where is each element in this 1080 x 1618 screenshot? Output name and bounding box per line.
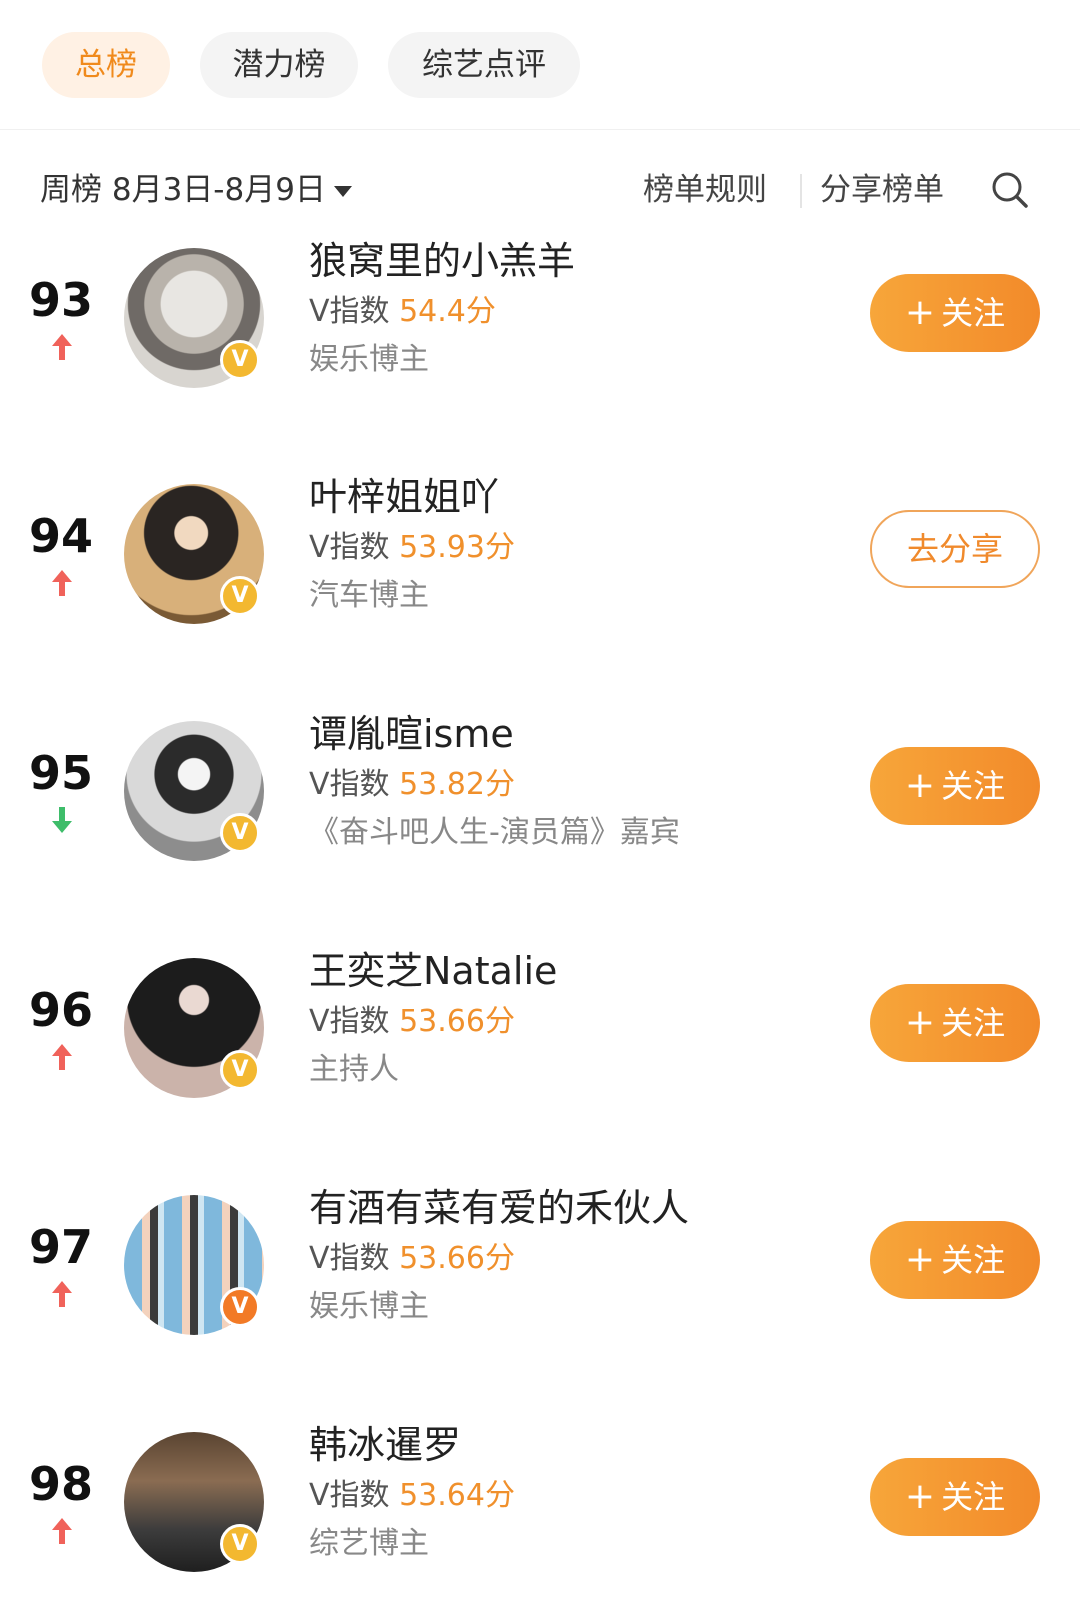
user-name[interactable]: 狼窝里的小羔羊	[309, 234, 575, 288]
period-selector[interactable]: 周榜 8月3日-8月9日	[40, 168, 352, 212]
caret-down-icon	[333, 186, 352, 197]
rank-number: 93	[28, 273, 93, 327]
v-index-label: V指数	[309, 1241, 390, 1276]
ranking-tabs: 总榜 潜力榜 综艺点评	[0, 0, 1080, 130]
arrow-down-icon	[52, 807, 72, 833]
user-tag: 主持人	[309, 1052, 399, 1087]
v-index: V指数 53.66分	[309, 1000, 515, 1044]
ranking-row[interactable]: 96 V 王奕芝Natalie V指数 53.66分 主持人 + 关注	[0, 944, 1080, 1144]
v-index-label: V指数	[309, 767, 390, 802]
user-tag: 综艺博主	[309, 1526, 429, 1561]
v-index-label: V指数	[309, 530, 390, 565]
rules-link[interactable]: 榜单规则	[643, 168, 767, 212]
user-name[interactable]: 王奕芝Natalie	[309, 944, 557, 998]
follow-button[interactable]: + 关注	[870, 747, 1040, 825]
user-name[interactable]: 叶梓姐姐吖	[309, 470, 499, 524]
verified-badge-icon: V	[220, 1287, 260, 1327]
rank-number: 95	[28, 746, 93, 800]
follow-button-label: 关注	[941, 1241, 1006, 1279]
plus-icon: +	[904, 292, 936, 333]
arrow-up-icon	[52, 1281, 72, 1307]
ranking-row[interactable]: 97 V 有酒有菜有爱的禾伙人 V指数 53.66分 娱乐博主 + 关注	[0, 1181, 1080, 1381]
v-index-score: 53.66分	[399, 1241, 515, 1276]
v-index-label: V指数	[309, 294, 390, 329]
plus-icon: +	[904, 765, 936, 806]
share-button-label: 去分享	[906, 530, 1003, 568]
tab-variety-review[interactable]: 综艺点评	[388, 32, 580, 98]
bottom-fade	[0, 1570, 1080, 1618]
user-tag: 汽车博主	[309, 578, 429, 613]
rank-number: 94	[28, 509, 93, 563]
arrow-up-icon	[52, 334, 72, 360]
tab-potential[interactable]: 潜力榜	[200, 32, 358, 98]
follow-button-label: 关注	[941, 767, 1006, 805]
user-tag: 《奋斗吧人生-演员篇》嘉宾	[309, 815, 680, 850]
v-index: V指数 53.93分	[309, 526, 515, 570]
search-icon[interactable]	[990, 170, 1030, 210]
v-index-label: V指数	[309, 1004, 390, 1039]
verified-badge-icon: V	[220, 1524, 260, 1564]
v-index-score: 53.64分	[399, 1478, 515, 1513]
v-index: V指数 53.64分	[309, 1474, 515, 1518]
follow-button[interactable]: + 关注	[870, 274, 1040, 352]
v-index-score: 53.93分	[399, 530, 515, 565]
divider	[800, 174, 802, 208]
v-index: V指数 53.66分	[309, 1237, 515, 1281]
user-tag: 娱乐博主	[309, 1289, 429, 1324]
user-name[interactable]: 谭胤暄isme	[309, 707, 514, 761]
period-label: 周榜 8月3日-8月9日	[40, 172, 326, 208]
verified-badge-icon: V	[220, 813, 260, 853]
arrow-up-icon	[52, 1518, 72, 1544]
v-index-score: 54.4分	[399, 294, 496, 329]
user-tag: 娱乐博主	[309, 342, 429, 377]
plus-icon: +	[904, 1476, 936, 1517]
verified-badge-icon: V	[220, 340, 260, 380]
tab-overall[interactable]: 总榜	[42, 32, 170, 98]
follow-button[interactable]: + 关注	[870, 984, 1040, 1062]
user-name[interactable]: 有酒有菜有爱的禾伙人	[309, 1181, 689, 1235]
share-list-link[interactable]: 分享榜单	[820, 168, 944, 212]
share-button[interactable]: 去分享	[870, 510, 1040, 588]
follow-button[interactable]: + 关注	[870, 1221, 1040, 1299]
v-index: V指数 54.4分	[309, 290, 496, 334]
v-index-score: 53.66分	[399, 1004, 515, 1039]
follow-button-label: 关注	[941, 1004, 1006, 1042]
plus-icon: +	[904, 1002, 936, 1043]
rank-number: 98	[28, 1457, 93, 1511]
verified-badge-icon: V	[220, 1050, 260, 1090]
rank-number: 96	[28, 983, 93, 1037]
v-index-score: 53.82分	[399, 767, 515, 802]
filter-bar: 周榜 8月3日-8月9日 榜单规则 分享榜单	[0, 160, 1080, 220]
ranking-row[interactable]: 93 V 狼窝里的小羔羊 V指数 54.4分 娱乐博主 + 关注	[0, 234, 1080, 434]
v-index-label: V指数	[309, 1478, 390, 1513]
verified-badge-icon: V	[220, 576, 260, 616]
v-index: V指数 53.82分	[309, 763, 515, 807]
user-name[interactable]: 韩冰暹罗	[309, 1418, 461, 1472]
ranking-row[interactable]: 94 V 叶梓姐姐吖 V指数 53.93分 汽车博主 去分享	[0, 470, 1080, 670]
follow-button[interactable]: + 关注	[870, 1458, 1040, 1536]
follow-button-label: 关注	[941, 294, 1006, 332]
rank-number: 97	[28, 1220, 93, 1274]
arrow-up-icon	[52, 1044, 72, 1070]
plus-icon: +	[904, 1239, 936, 1280]
arrow-up-icon	[52, 570, 72, 596]
follow-button-label: 关注	[941, 1478, 1006, 1516]
ranking-row[interactable]: 95 V 谭胤暄isme V指数 53.82分 《奋斗吧人生-演员篇》嘉宾 + 关注	[0, 707, 1080, 907]
